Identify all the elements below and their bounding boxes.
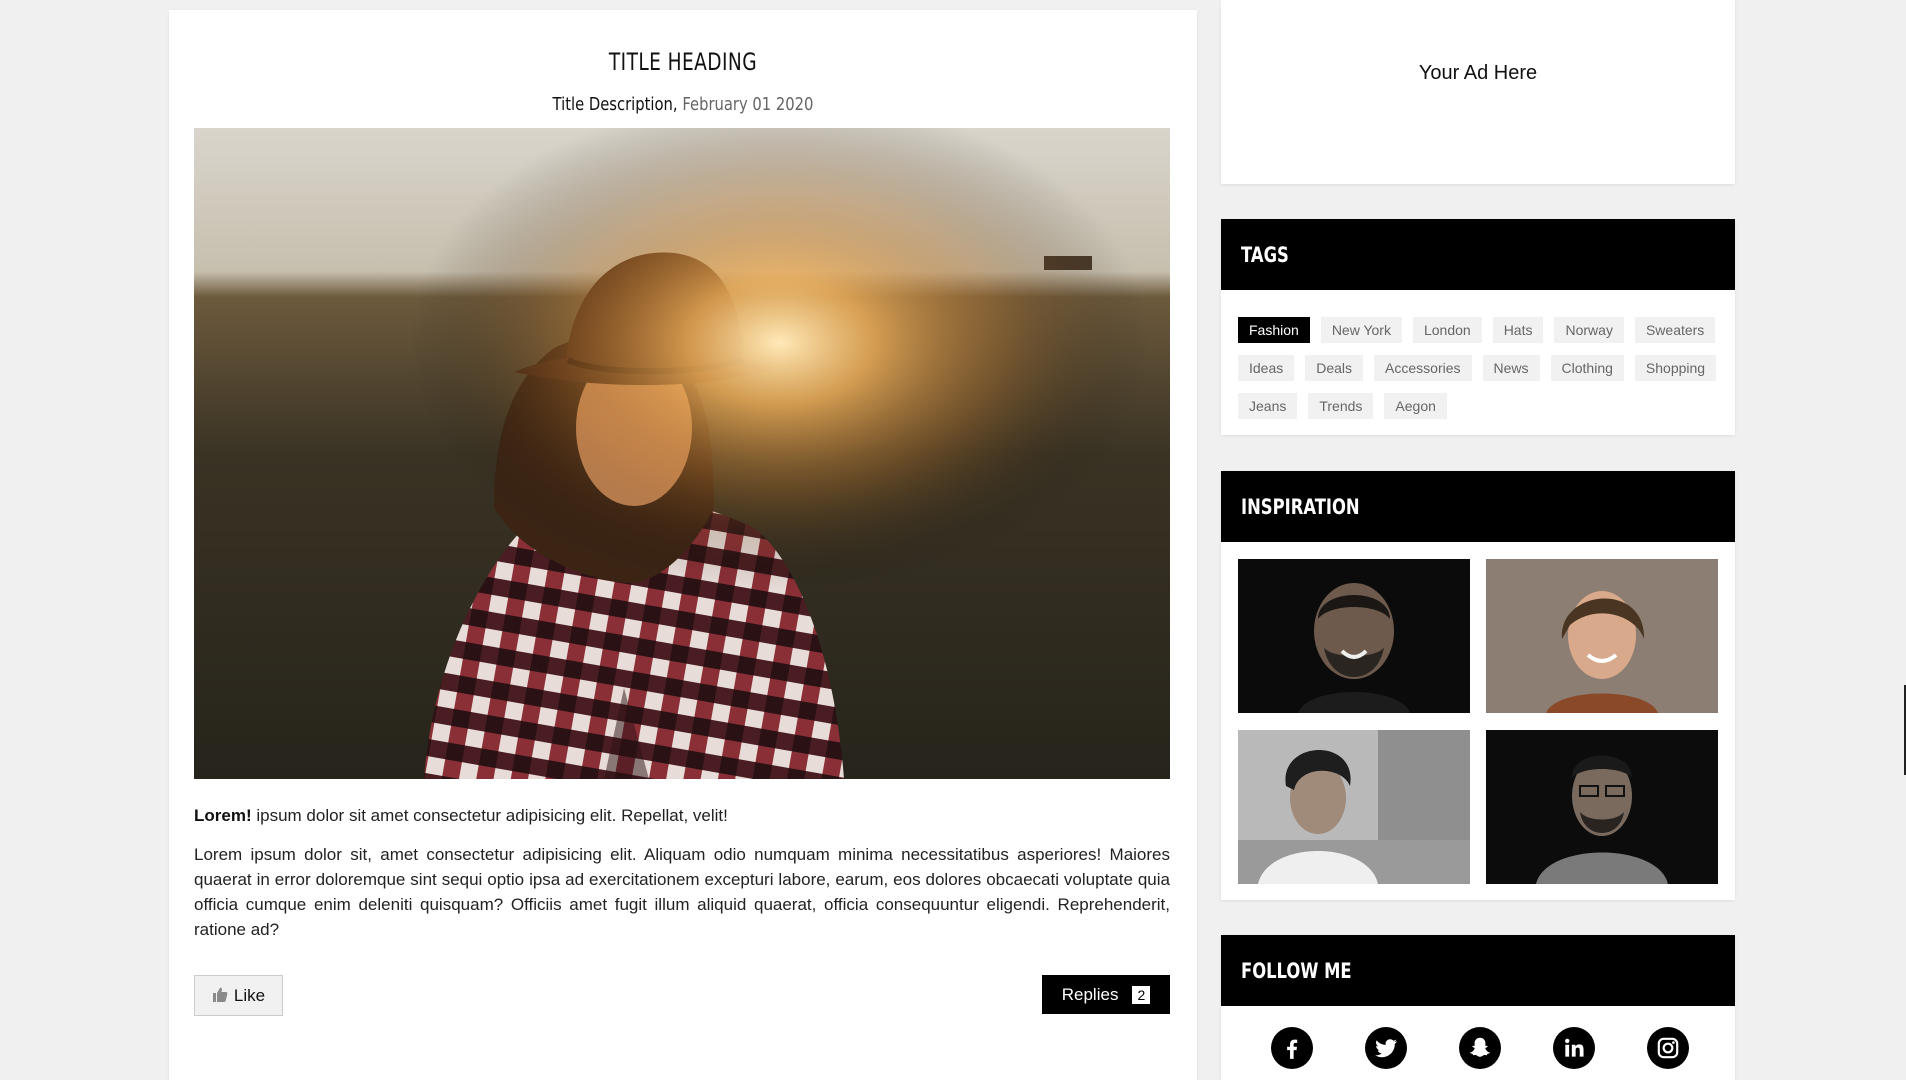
article-description: Title Description, — [552, 94, 678, 115]
article-body: Lorem ipsum dolor sit, amet consectetur … — [194, 845, 1170, 939]
facebook-icon[interactable] — [1271, 1027, 1313, 1069]
replies-label: Replies — [1061, 984, 1119, 1004]
tag-clothing[interactable]: Clothing — [1550, 355, 1624, 381]
tag-aegon[interactable]: Aegon — [1384, 393, 1447, 419]
replies-count-badge: 2 — [1132, 985, 1151, 1004]
follow-header: FOLLOW ME — [1221, 935, 1735, 1006]
inspiration-photo[interactable] — [1238, 730, 1470, 884]
article-intro: Lorem! ipsum dolor sit amet consectetur … — [194, 804, 1170, 828]
inspiration-header: INSPIRATION — [1221, 471, 1735, 542]
thumbs-up-icon — [212, 987, 228, 1005]
tag-accessories[interactable]: Accessories — [1374, 355, 1472, 381]
tag-list: Fashion New York London Hats Norway Sweaters I… — [1238, 317, 1718, 419]
tags-header: TAGS — [1221, 219, 1735, 290]
tag-jeans[interactable]: Jeans — [1238, 393, 1298, 419]
tag-news[interactable]: News — [1482, 355, 1540, 381]
tag-london[interactable]: London — [1412, 317, 1482, 343]
article-intro-text: ipsum dolor sit amet consectetur adipisi… — [251, 806, 728, 825]
inspiration-photo[interactable] — [1238, 559, 1470, 713]
tag-sweaters[interactable]: Sweaters — [1634, 317, 1716, 343]
follow-card: FOLLOW ME — [1221, 935, 1735, 1080]
tag-deals[interactable]: Deals — [1305, 355, 1364, 381]
inspiration-photo[interactable] — [1486, 559, 1718, 713]
social-links — [1271, 1027, 1689, 1069]
inspiration-photo[interactable] — [1486, 730, 1718, 884]
twitter-icon[interactable] — [1365, 1027, 1407, 1069]
like-label: Like — [233, 985, 266, 1005]
tag-norway[interactable]: Norway — [1554, 317, 1624, 343]
tag-hats[interactable]: Hats — [1492, 317, 1544, 343]
like-button[interactable]: Like — [194, 975, 283, 1016]
replies-button[interactable]: Replies 2 — [1042, 975, 1170, 1014]
tag-new-york[interactable]: New York — [1320, 317, 1402, 343]
hero-image — [194, 128, 1170, 779]
linkedin-icon[interactable] — [1553, 1027, 1595, 1069]
article-subtitle: Title Description, February 01 2020 — [262, 94, 1105, 115]
article-date: February 01 2020 — [682, 94, 814, 115]
tag-trends[interactable]: Trends — [1308, 393, 1374, 419]
tag-ideas[interactable]: Ideas — [1238, 355, 1295, 381]
inspiration-card: INSPIRATION — [1221, 471, 1735, 900]
tag-fashion[interactable]: Fashion — [1238, 317, 1310, 343]
inspiration-grid — [1238, 559, 1718, 884]
article-card: TITLE HEADING Title Description, Februar… — [169, 10, 1197, 1080]
tag-shopping[interactable]: Shopping — [1634, 355, 1717, 381]
article-title: TITLE HEADING — [608, 48, 758, 76]
page: TITLE HEADING Title Description, Februar… — [0, 0, 1906, 1080]
tags-header-label: TAGS — [1241, 242, 1289, 267]
tags-card: TAGS Fashion New York London Hats Norway Swea… — [1221, 219, 1735, 435]
instagram-icon[interactable] — [1647, 1027, 1689, 1069]
snapchat-icon[interactable] — [1459, 1027, 1501, 1069]
article-intro-bold: Lorem! — [194, 806, 252, 825]
ad-card: Your Ad Here — [1221, 0, 1735, 184]
inspiration-header-label: INSPIRATION — [1241, 494, 1360, 519]
follow-header-label: FOLLOW ME — [1241, 958, 1352, 983]
ad-text: Your Ad Here — [1418, 62, 1538, 84]
